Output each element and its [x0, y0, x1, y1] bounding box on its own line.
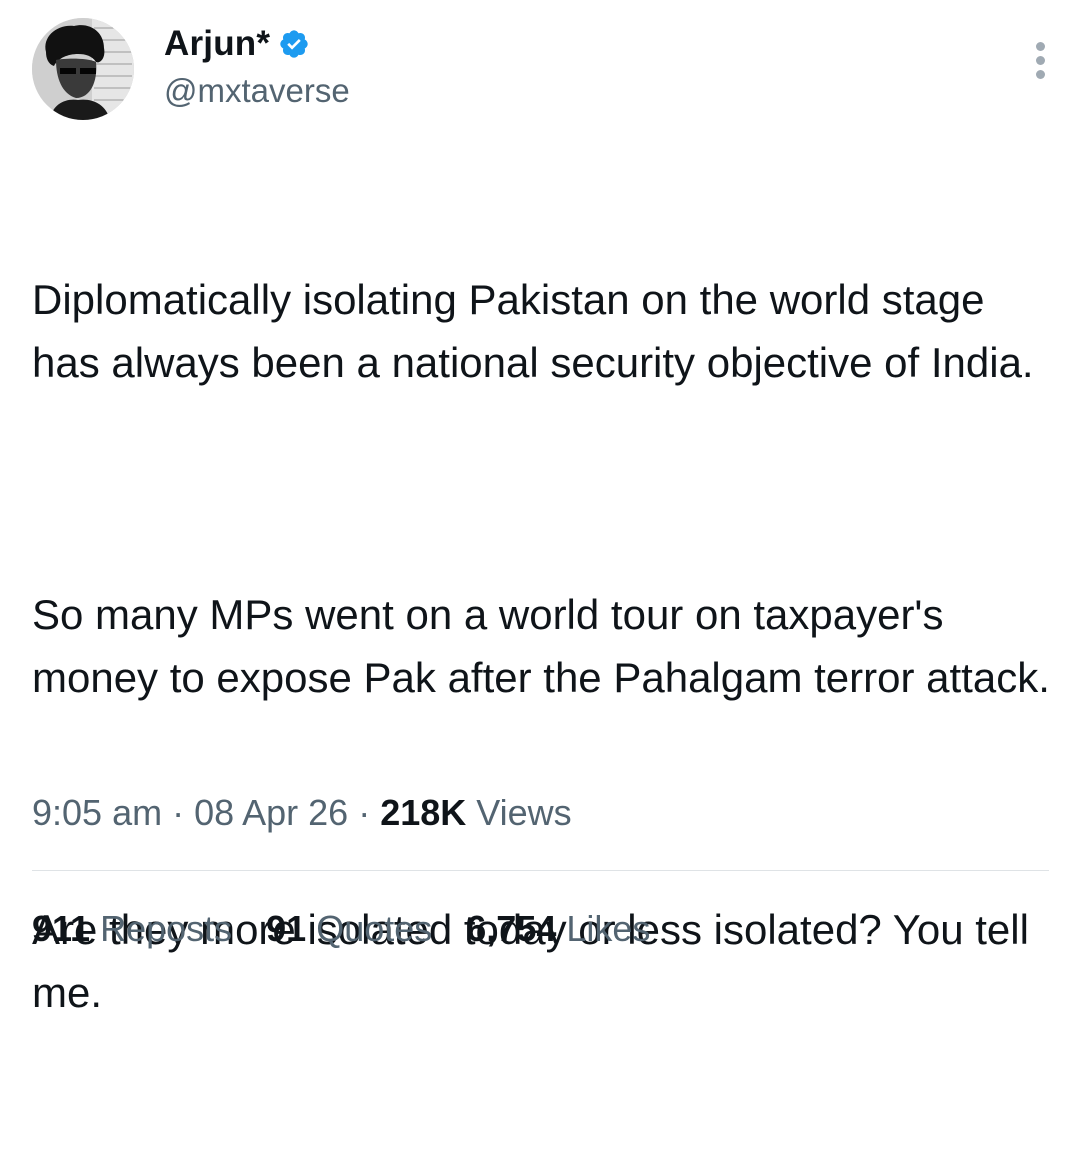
display-name-row[interactable]: Arjun* [164, 22, 350, 66]
quotes-stat[interactable]: 91 Quotes [266, 908, 432, 950]
author-handle[interactable]: @mxtaverse [164, 72, 350, 110]
more-options-icon[interactable] [1036, 42, 1046, 86]
tweet-date[interactable]: 08 Apr 26 [194, 792, 348, 833]
avatar-image [32, 18, 134, 120]
author-names: Arjun* @mxtaverse [164, 22, 350, 110]
meta-separator: · [348, 792, 381, 833]
reposts-count: 911 [32, 908, 91, 949]
reposts-label: Reposts [90, 908, 233, 949]
divider [32, 870, 1049, 871]
reposts-stat[interactable]: 911 Reposts [32, 908, 232, 950]
tweet-time[interactable]: 9:05 am [32, 792, 162, 833]
engagement-stats: 911 Reposts 91 Quotes 6,754 Likes [32, 908, 650, 950]
tweet-detail: Arjun* @mxtaverse Diplomatically isolati… [0, 0, 1079, 1016]
display-name[interactable]: Arjun* [164, 24, 270, 64]
likes-stat[interactable]: 6,754 Likes [466, 908, 650, 950]
tweet-meta: 9:05 am · 08 Apr 26 · 218K Views [32, 792, 572, 834]
tweet-paragraph: Diplomatically isolating Pakistan on the… [32, 276, 1034, 386]
verified-badge-icon[interactable] [278, 28, 310, 60]
meta-separator: · [162, 792, 195, 833]
quotes-label: Quotes [306, 908, 433, 949]
avatar[interactable] [32, 18, 134, 120]
tweet-paragraph: So many MPs went on a world tour on taxp… [32, 591, 1050, 701]
tweet-header: Arjun* @mxtaverse [32, 18, 1052, 120]
quotes-count: 91 [266, 908, 307, 949]
views-count[interactable]: 218K [380, 792, 466, 833]
tweet-text: Diplomatically isolating Pakistan on the… [32, 142, 1052, 1150]
likes-count: 6,754 [466, 908, 557, 949]
views-label[interactable]: Views [466, 792, 571, 833]
likes-label: Likes [556, 908, 651, 949]
